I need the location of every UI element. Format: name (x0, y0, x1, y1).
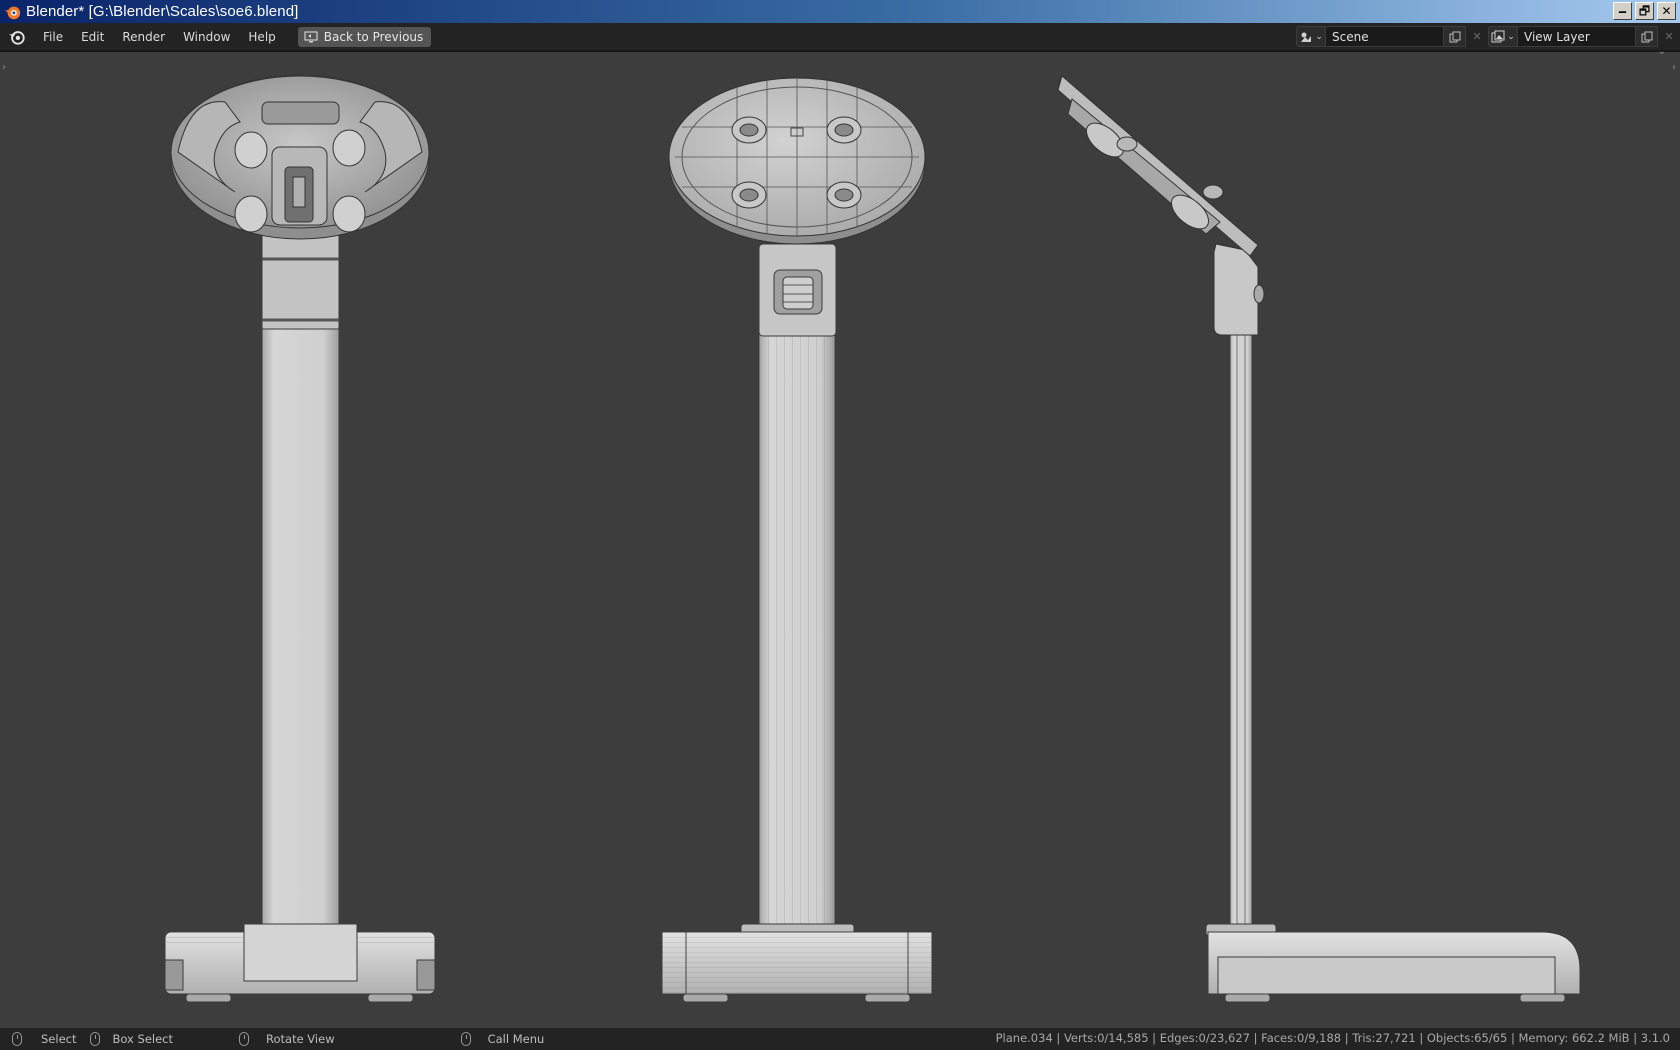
status-call-menu-label: Call Menu (487, 1032, 545, 1046)
back-view-model (164, 74, 436, 1003)
menu-window[interactable]: Window (174, 26, 239, 48)
status-call-menu: Call Menu (460, 1032, 545, 1046)
status-bar: Select Box Select Rotate View Call Menu … (0, 1028, 1680, 1050)
status-rotate-view: Rotate View (239, 1032, 335, 1046)
window-title-bar[interactable]: Blender* [G:\Blender\Scales\soe6.blend] … (0, 0, 1680, 23)
view-layer-selector-group: ⌄ View Layer ✕ (1488, 26, 1680, 47)
duplicate-scene-icon[interactable] (1444, 26, 1466, 47)
status-box-select: Box Select (90, 1032, 173, 1046)
status-select-label: Select (41, 1032, 77, 1046)
back-to-previous-label: Back to Previous (323, 29, 424, 44)
close-window-button[interactable]: ✕ (1657, 2, 1676, 20)
scene-statistics: Plane.034 | Verts:0/14,585 | Edges:0/23,… (995, 1031, 1670, 1045)
blender-menu-icon[interactable] (8, 28, 26, 46)
window-title: Blender* [G:\Blender\Scales\soe6.blend] (26, 3, 299, 20)
menu-edit[interactable]: Edit (72, 26, 113, 48)
back-to-previous-button[interactable]: Back to Previous (297, 26, 432, 47)
blender-logo-icon (4, 6, 21, 19)
view-layer-name-field[interactable]: View Layer (1518, 26, 1636, 47)
side-view-model (1057, 75, 1581, 1003)
status-rotate-view-label: Rotate View (266, 1032, 335, 1046)
menu-render[interactable]: Render (113, 26, 174, 48)
remove-view-layer-icon[interactable]: ✕ (1658, 26, 1680, 47)
model-views (164, 74, 1581, 1003)
restore-button[interactable]: 🗗 (1635, 2, 1654, 20)
back-screen-icon (304, 30, 318, 42)
top-menu-bar: File Edit Render Window Help Back to Pre… (0, 23, 1680, 50)
menu-file[interactable]: File (34, 26, 72, 48)
menu-help[interactable]: Help (239, 26, 284, 48)
duplicate-view-layer-icon[interactable] (1636, 26, 1658, 47)
mouse-left-icon (12, 1032, 22, 1046)
status-select: Select (12, 1032, 76, 1046)
mouse-right-icon (460, 1032, 471, 1046)
front-view-model (661, 77, 933, 1003)
status-box-select-label: Box Select (112, 1032, 173, 1046)
scene-selector-group: ⌄ Scene ✕ (1296, 26, 1488, 47)
mouse-middle-icon (239, 1032, 249, 1046)
mouse-drag-icon (90, 1032, 101, 1046)
scene-icon[interactable]: ⌄ (1296, 26, 1326, 47)
view-layer-icon[interactable]: ⌄ (1488, 26, 1518, 47)
scene-name-field[interactable]: Scene (1326, 26, 1444, 47)
minimize-button[interactable]: 🗕 (1613, 2, 1632, 20)
3d-viewport[interactable]: › ‹ ⌄ (0, 46, 1680, 1028)
remove-scene-icon[interactable]: ✕ (1466, 26, 1488, 47)
